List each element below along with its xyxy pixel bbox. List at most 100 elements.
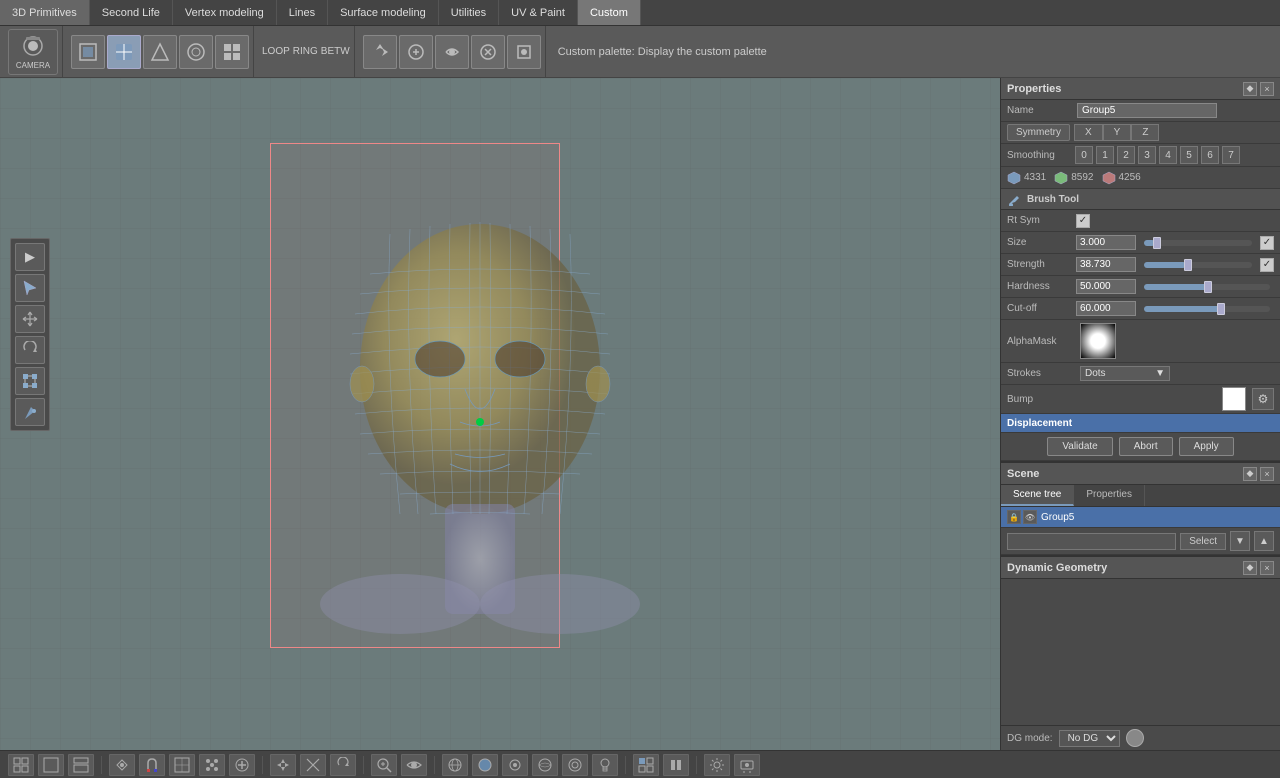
smooth-2[interactable]: 2 [1117,146,1135,164]
name-input[interactable] [1077,103,1217,118]
displacement-row[interactable]: Displacement [1001,414,1280,433]
bottom-btn-scale2[interactable] [300,754,326,776]
bottom-btn-dots[interactable] [199,754,225,776]
float-btn-paint[interactable] [15,398,45,426]
bottom-btn-eye[interactable] [401,754,427,776]
dg-mode-select[interactable]: No DG [1059,730,1120,747]
size-slider[interactable] [1144,240,1252,246]
bottom-btn-pause[interactable] [663,754,689,776]
float-btn-move[interactable] [15,305,45,333]
tab-scene-tree[interactable]: Scene tree [1001,485,1074,506]
properties-panel: Properties ◆ × Name Symmetry X Y Z [1001,78,1280,461]
menu-utilities[interactable]: Utilities [439,0,499,25]
bottom-btn-globe[interactable] [442,754,468,776]
nav-btn-5[interactable] [507,35,541,69]
alphamask-preview[interactable] [1080,323,1116,359]
dg-close-btn[interactable]: × [1260,561,1274,575]
validate-button[interactable]: Validate [1047,437,1112,456]
bottom-btn-add[interactable] [229,754,255,776]
scene-up-btn[interactable]: ▲ [1254,531,1274,551]
select-button[interactable]: Select [1180,533,1226,550]
bottom-btn-grid4[interactable] [633,754,659,776]
strength-slider[interactable] [1144,262,1252,268]
menu-custom[interactable]: Custom [578,0,641,25]
bottom-btn-sphere2[interactable] [502,754,528,776]
bottom-btn-circle[interactable] [562,754,588,776]
bottom-btn-rotate2[interactable] [330,754,356,776]
smooth-0[interactable]: 0 [1075,146,1093,164]
scene-lock-icon[interactable]: 🔒 [1007,510,1021,524]
symmetry-button[interactable]: Symmetry [1007,124,1070,141]
menu-second-life[interactable]: Second Life [90,0,173,25]
bottom-btn-light[interactable] [592,754,618,776]
size-lock[interactable] [1260,236,1274,250]
scene-pin-btn[interactable]: ◆ [1243,467,1257,481]
nav-btn-1[interactable] [363,35,397,69]
cutoff-slider[interactable] [1144,306,1270,312]
hardness-slider[interactable] [1144,284,1270,290]
bottom-btn-sphere[interactable] [472,754,498,776]
scene-close-btn[interactable]: × [1260,467,1274,481]
axis-y-button[interactable]: Y [1103,124,1132,141]
bump-color-swatch[interactable] [1222,387,1246,411]
view-btn-2[interactable] [107,35,141,69]
dg-pin-btn[interactable]: ◆ [1243,561,1257,575]
bottom-btn-grid3[interactable] [68,754,94,776]
view-btn-1[interactable] [71,35,105,69]
scene-eye-icon[interactable]: 👁 [1023,510,1037,524]
float-btn-scale[interactable] [15,367,45,395]
menu-vertex-modeling[interactable]: Vertex modeling [173,0,277,25]
bottom-btn-grid1[interactable] [8,754,34,776]
bottom-btn-render[interactable] [734,754,760,776]
smooth-1[interactable]: 1 [1096,146,1114,164]
bottom-btn-snap[interactable] [109,754,135,776]
hardness-input[interactable] [1076,279,1136,294]
menu-lines[interactable]: Lines [277,0,328,25]
bump-icon-btn[interactable]: ⚙ [1252,388,1274,410]
bottom-btn-move2[interactable] [270,754,296,776]
search-input[interactable] [1007,533,1176,550]
bottom-btn-settings[interactable] [704,754,730,776]
smooth-5[interactable]: 5 [1180,146,1198,164]
view-btn-3[interactable] [143,35,177,69]
strokes-dropdown[interactable]: Dots ▼ [1080,366,1170,381]
axis-x-button[interactable]: X [1074,124,1103,141]
menu-3d-primitives[interactable]: 3D Primitives [0,0,90,25]
apply-button[interactable]: Apply [1179,437,1234,456]
smooth-7[interactable]: 7 [1222,146,1240,164]
bottom-btn-wireframe2[interactable] [532,754,558,776]
abort-button[interactable]: Abort [1119,437,1173,456]
strength-row: Strength [1001,254,1280,276]
smooth-3[interactable]: 3 [1138,146,1156,164]
camera-button[interactable]: CAMERA [8,29,58,75]
tab-properties[interactable]: Properties [1074,485,1145,506]
float-btn-arrow[interactable]: ▶ [15,243,45,271]
bottom-btn-zoom[interactable] [371,754,397,776]
cutoff-input[interactable] [1076,301,1136,316]
axis-z-button[interactable]: Z [1131,124,1159,141]
scene-down-btn[interactable]: ▼ [1230,531,1250,551]
scene-item-group5[interactable]: 🔒 👁 Group5 [1001,507,1280,528]
menu-uv-paint[interactable]: UV & Paint [499,0,578,25]
float-btn-select[interactable] [15,274,45,302]
float-btn-rotate[interactable] [15,336,45,364]
smooth-4[interactable]: 4 [1159,146,1177,164]
nav-btn-4[interactable] [471,35,505,69]
nav-btn-2[interactable] [399,35,433,69]
size-input[interactable] [1076,235,1136,250]
strength-lock[interactable] [1260,258,1274,272]
view-btn-4[interactable] [179,35,213,69]
strength-input[interactable] [1076,257,1136,272]
bottom-btn-magnet[interactable] [139,754,165,776]
nav-btn-3[interactable] [435,35,469,69]
dynamic-geometry-panel: Dynamic Geometry ◆ × DG mode: No DG [1001,555,1280,750]
rt-sym-checkbox[interactable] [1076,214,1090,228]
view-btn-5[interactable] [215,35,249,69]
properties-pin-btn[interactable]: ◆ [1243,82,1257,96]
properties-close-btn[interactable]: × [1260,82,1274,96]
bottom-btn-grid2[interactable] [38,754,64,776]
bottom-btn-wireframe[interactable] [169,754,195,776]
viewport[interactable]: ▶ [0,78,1000,750]
smooth-6[interactable]: 6 [1201,146,1219,164]
menu-surface-modeling[interactable]: Surface modeling [328,0,439,25]
